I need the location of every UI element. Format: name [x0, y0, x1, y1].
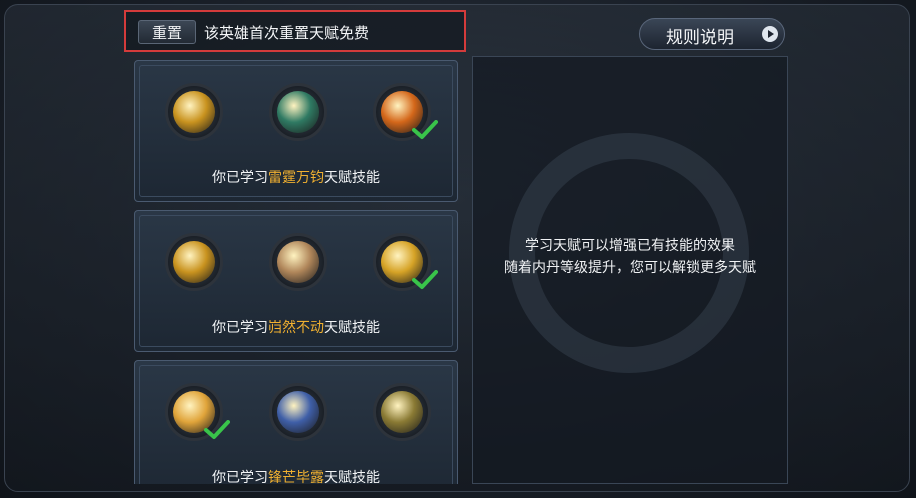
talent-icon-core	[381, 391, 423, 433]
checkmark-icon	[412, 270, 438, 289]
description-line-2: 随着内丹等级提升，您可以解锁更多天赋	[504, 260, 756, 276]
golden-fist-talent-icon[interactable]	[165, 233, 223, 291]
checkmark-icon	[412, 120, 438, 139]
description-line-1: 学习天赋可以增强已有技能的效果	[525, 238, 735, 254]
talent-icon-core	[277, 91, 319, 133]
play-arrow-icon	[762, 26, 778, 42]
reset-bar: 重置 该英雄首次重置天赋免费	[124, 10, 466, 52]
fire-warrior-talent-icon[interactable]	[373, 83, 438, 141]
red-phoenix-talent-icon[interactable]	[269, 383, 327, 441]
talent-icon-core	[277, 391, 319, 433]
golden-shield-talent-icon[interactable]	[373, 233, 438, 291]
talent-row: 你已学习雷霆万钧天赋技能	[134, 60, 458, 202]
rules-label: 规则说明	[666, 28, 734, 48]
checkmark-icon	[204, 420, 230, 439]
talent-icon-core	[277, 241, 319, 283]
talent-icon-core	[173, 91, 215, 133]
sword-burst-talent-icon[interactable]	[165, 383, 230, 441]
earth-strike-talent-icon[interactable]	[373, 383, 431, 441]
talent-row-label: 你已学习岿然不动天赋技能	[212, 320, 380, 336]
talent-detail-panel: 学习天赋可以增强已有技能的效果 随着内丹等级提升，您可以解锁更多天赋	[472, 56, 788, 484]
green-wind-talent-icon[interactable]	[269, 83, 327, 141]
talent-row-label: 你已学习雷霆万钧天赋技能	[212, 170, 380, 186]
talent-row-label: 你已学习锋芒毕露天赋技能	[212, 470, 380, 484]
reset-notice: 该英雄首次重置天赋免费	[204, 24, 370, 42]
reset-button[interactable]: 重置	[138, 20, 196, 44]
talent-icon-core	[173, 241, 215, 283]
golden-fist-talent-icon[interactable]	[165, 83, 223, 141]
talent-row: 你已学习岿然不动天赋技能	[134, 210, 458, 352]
rules-button[interactable]: 规则说明	[639, 18, 785, 50]
talent-list[interactable]: 你已学习雷霆万钧天赋技能 你已学习岿然不动天赋技能 你已学习锋芒毕露天赋技能	[130, 56, 464, 484]
blade-slash-talent-icon[interactable]	[269, 233, 327, 291]
talent-row: 你已学习锋芒毕露天赋技能	[134, 360, 458, 484]
